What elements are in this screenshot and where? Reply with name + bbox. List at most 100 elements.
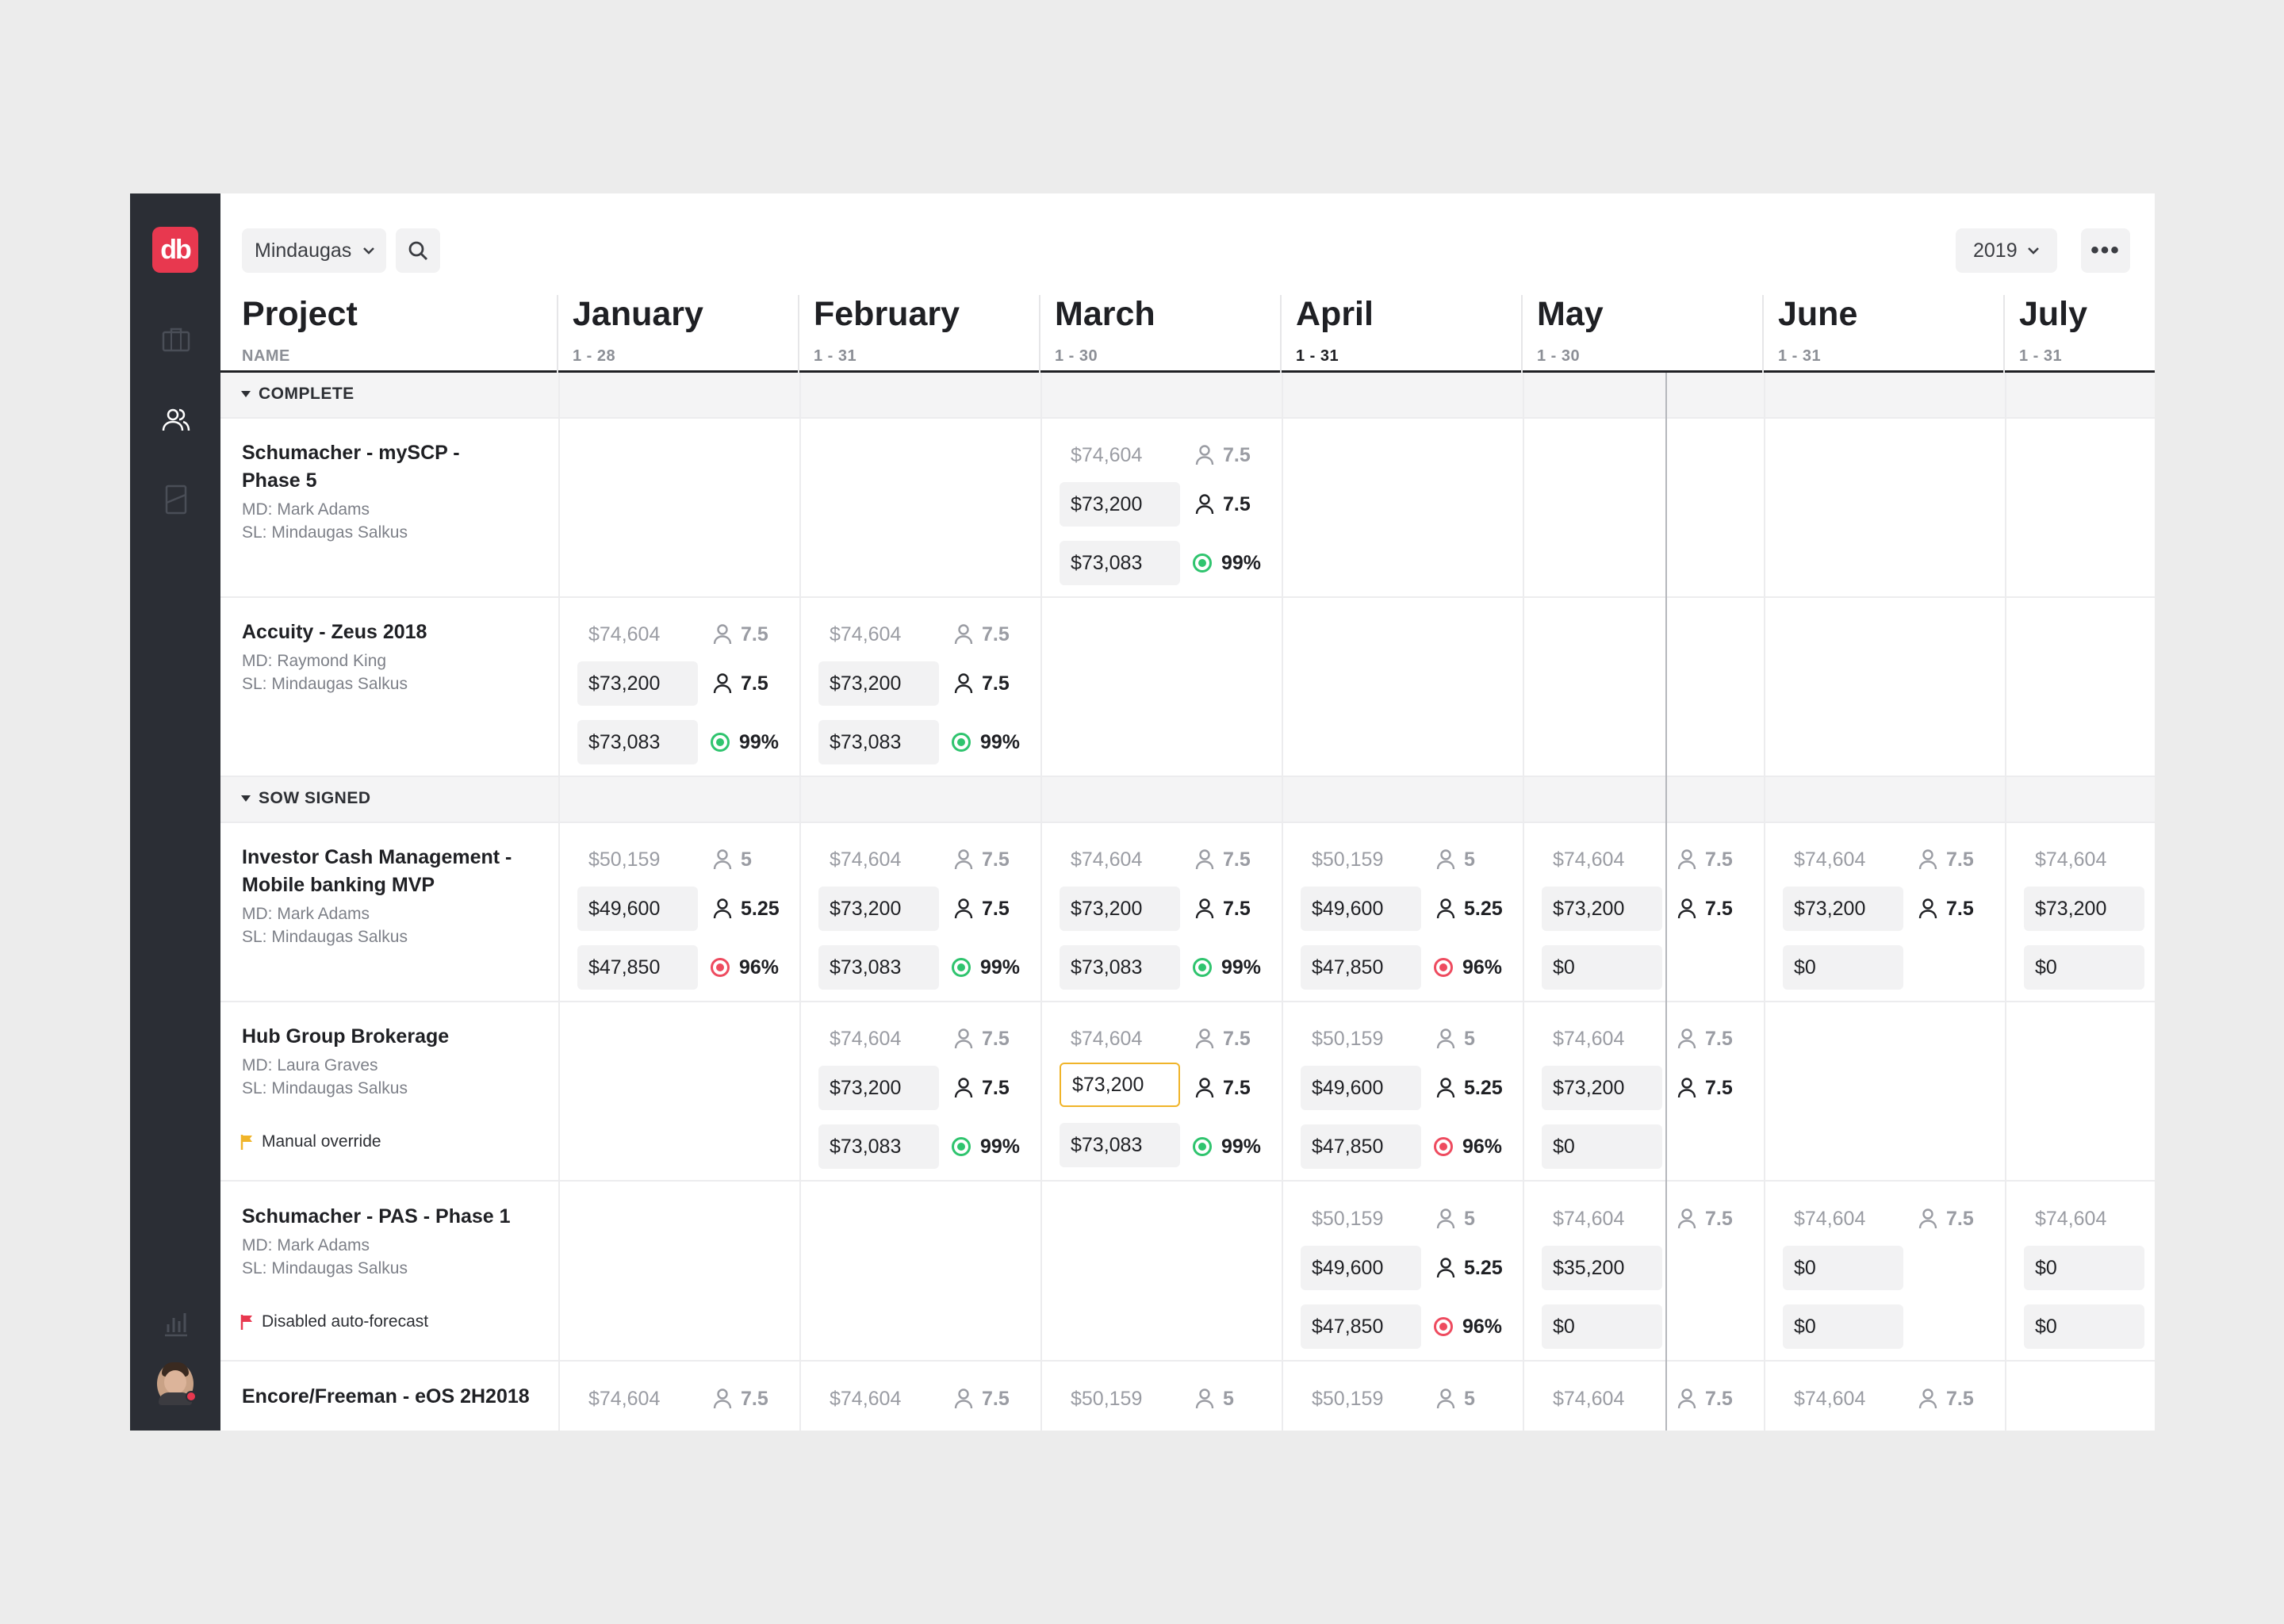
actual-amount-input[interactable]: $35,200: [1542, 1246, 1662, 1290]
estimated-amount: $74,604: [1071, 848, 1143, 871]
assigned-people: 7.5: [953, 891, 1010, 926]
assigned-people: 5.25: [1435, 1251, 1503, 1285]
forecast-amount-input[interactable]: $47,850: [1301, 945, 1421, 990]
estimated-people: 7.5: [1677, 1381, 1733, 1416]
estimated-amount: $74,604: [830, 1388, 902, 1410]
forecast-amount-input[interactable]: $0: [1542, 945, 1662, 990]
project-name[interactable]: Schumacher - PAS - Phase 1: [242, 1203, 543, 1231]
actual-amount-input[interactable]: $49,600: [1301, 1246, 1421, 1290]
forecast-amount-input[interactable]: $73,083: [818, 1124, 939, 1169]
header-month-february[interactable]: February 1 - 31: [814, 295, 960, 365]
actual-amount-input[interactable]: $73,200: [1060, 1063, 1180, 1107]
estimated-people-value: 7.5: [741, 1387, 768, 1410]
group-label: COMPLETE: [259, 385, 354, 403]
app-logo[interactable]: db: [152, 227, 198, 273]
group-toggle[interactable]: COMPLETE: [241, 385, 354, 404]
status-good-icon: [952, 733, 971, 752]
forecast-amount-input[interactable]: $73,083: [1060, 541, 1180, 585]
project-info[interactable]: Schumacher - PAS - Phase 1 MD: Mark Adams…: [242, 1203, 543, 1280]
month-title: July: [2019, 295, 2088, 333]
estimated-amount: $74,604: [1794, 1208, 1866, 1230]
forecast-amount-input[interactable]: $47,850: [577, 945, 698, 990]
forecast-amount-input[interactable]: $73,083: [1060, 1123, 1180, 1167]
people-icon[interactable]: [160, 404, 192, 436]
briefcase-icon[interactable]: [160, 324, 192, 355]
project-info[interactable]: Schumacher - mySCP - Phase 5 MD: Mark Ada…: [242, 439, 543, 544]
project-name[interactable]: Accuity - Zeus 2018: [242, 619, 543, 646]
bookmark-icon[interactable]: [160, 484, 192, 515]
utilization-percent: 96%: [1462, 1315, 1503, 1338]
user-dropdown[interactable]: Mindaugas: [242, 228, 386, 273]
actual-amount-input[interactable]: $73,200: [1542, 1066, 1662, 1110]
project-info[interactable]: Hub Group Brokerage MD: Laura Graves SL: M…: [242, 1023, 543, 1100]
header-month-june[interactable]: June 1 - 31: [1778, 295, 1857, 365]
assigned-people-value: 5.25: [1464, 1256, 1503, 1279]
month-cell: $50,159 5 $49,600 5.25 $47,850 96%: [1285, 1021, 1523, 1196]
person-icon: [1918, 1208, 1937, 1229]
forecast-amount-input[interactable]: $73,083: [818, 720, 939, 764]
header-month-january[interactable]: January 1 - 28: [573, 295, 703, 365]
project-name[interactable]: Schumacher - mySCP - Phase 5: [242, 439, 543, 495]
actual-amount-input[interactable]: $73,200: [2024, 887, 2144, 931]
header-month-july[interactable]: July 1 - 31: [2019, 295, 2088, 365]
project-name[interactable]: Hub Group Brokerage: [242, 1023, 543, 1051]
actual-amount-input[interactable]: $73,200: [1542, 887, 1662, 931]
estimated-amount: $74,604: [1553, 1388, 1625, 1410]
actual-amount-input[interactable]: $73,200: [1783, 887, 1903, 931]
forecast-amount-input[interactable]: $0: [2024, 945, 2144, 990]
person-icon: [954, 1388, 973, 1409]
month-title: May: [1537, 295, 1604, 333]
forecast-amount-input[interactable]: $0: [1783, 1304, 1903, 1349]
column-divider: [2005, 373, 2006, 1431]
month-cell: $74,604 $0 $0: [2008, 1201, 2155, 1376]
month-cell: $74,604 7.5 $73,200 7.5 $73,083 99%: [561, 617, 799, 791]
header-month-april[interactable]: April 1 - 31: [1296, 295, 1374, 365]
forecast-amount-input[interactable]: $73,083: [1060, 945, 1180, 990]
actual-amount-input[interactable]: $73,200: [818, 661, 939, 706]
user-avatar[interactable]: [157, 1362, 197, 1405]
project-status-note: Manual override: [240, 1132, 381, 1151]
project-info[interactable]: Investor Cash Management - Mobile bankin…: [242, 844, 543, 948]
person-icon: [1918, 1388, 1937, 1409]
project-name[interactable]: Investor Cash Management - Mobile bankin…: [242, 844, 543, 899]
search-button[interactable]: [396, 228, 440, 273]
person-icon: [1436, 1078, 1455, 1098]
actual-amount-input[interactable]: $73,200: [577, 661, 698, 706]
column-divider: [1282, 373, 1283, 1431]
header-month-may[interactable]: May 1 - 30: [1537, 295, 1604, 365]
estimated-people-value: 5: [1464, 1207, 1475, 1230]
actual-amount-input[interactable]: $49,600: [577, 887, 698, 931]
bar-chart-icon[interactable]: [160, 1307, 192, 1339]
month-cell: $74,604 $73,200 $0: [2008, 842, 2155, 1017]
forecast-amount-input[interactable]: $73,083: [577, 720, 698, 764]
forecast-amount-input[interactable]: $0: [1542, 1304, 1662, 1349]
year-dropdown[interactable]: 2019: [1956, 228, 2057, 273]
assigned-people-value: 7.5: [982, 672, 1010, 695]
actual-amount-input[interactable]: $73,200: [818, 1066, 939, 1110]
actual-amount-input[interactable]: $0: [2024, 1246, 2144, 1290]
person-icon: [1436, 1258, 1455, 1278]
actual-amount-input[interactable]: $73,200: [818, 887, 939, 931]
actual-amount-input[interactable]: $49,600: [1301, 887, 1421, 931]
project-name[interactable]: Encore/Freeman - eOS 2H2018: [242, 1383, 543, 1411]
more-options-button[interactable]: •••: [2081, 228, 2130, 273]
forecast-amount-input[interactable]: $47,850: [1301, 1124, 1421, 1169]
header-month-march[interactable]: March 1 - 30: [1055, 295, 1155, 365]
estimated-people-value: 7.5: [1223, 1027, 1251, 1050]
forecast-amount-input[interactable]: $0: [2024, 1304, 2144, 1349]
actual-amount-input[interactable]: $73,200: [1060, 887, 1180, 931]
actual-amount-input[interactable]: $73,200: [1060, 482, 1180, 527]
project-info[interactable]: Accuity - Zeus 2018 MD: Raymond King SL: M…: [242, 619, 543, 695]
group-toggle[interactable]: SOW SIGNED: [241, 789, 371, 808]
actual-amount-input[interactable]: $49,600: [1301, 1066, 1421, 1110]
forecast-amount-input[interactable]: $73,083: [818, 945, 939, 990]
project-info[interactable]: Encore/Freeman - eOS 2H2018: [242, 1383, 543, 1411]
forecast-amount-input[interactable]: $0: [1542, 1124, 1662, 1169]
forecast-amount-input[interactable]: $0: [1783, 945, 1903, 990]
forecast-amount-input[interactable]: $47,850: [1301, 1304, 1421, 1349]
status-bad-icon: [1434, 1317, 1453, 1336]
person-icon: [713, 849, 732, 870]
column-divider: [558, 373, 560, 1431]
utilization-indicator: 99%: [1193, 1124, 1261, 1169]
actual-amount-input[interactable]: $0: [1783, 1246, 1903, 1290]
